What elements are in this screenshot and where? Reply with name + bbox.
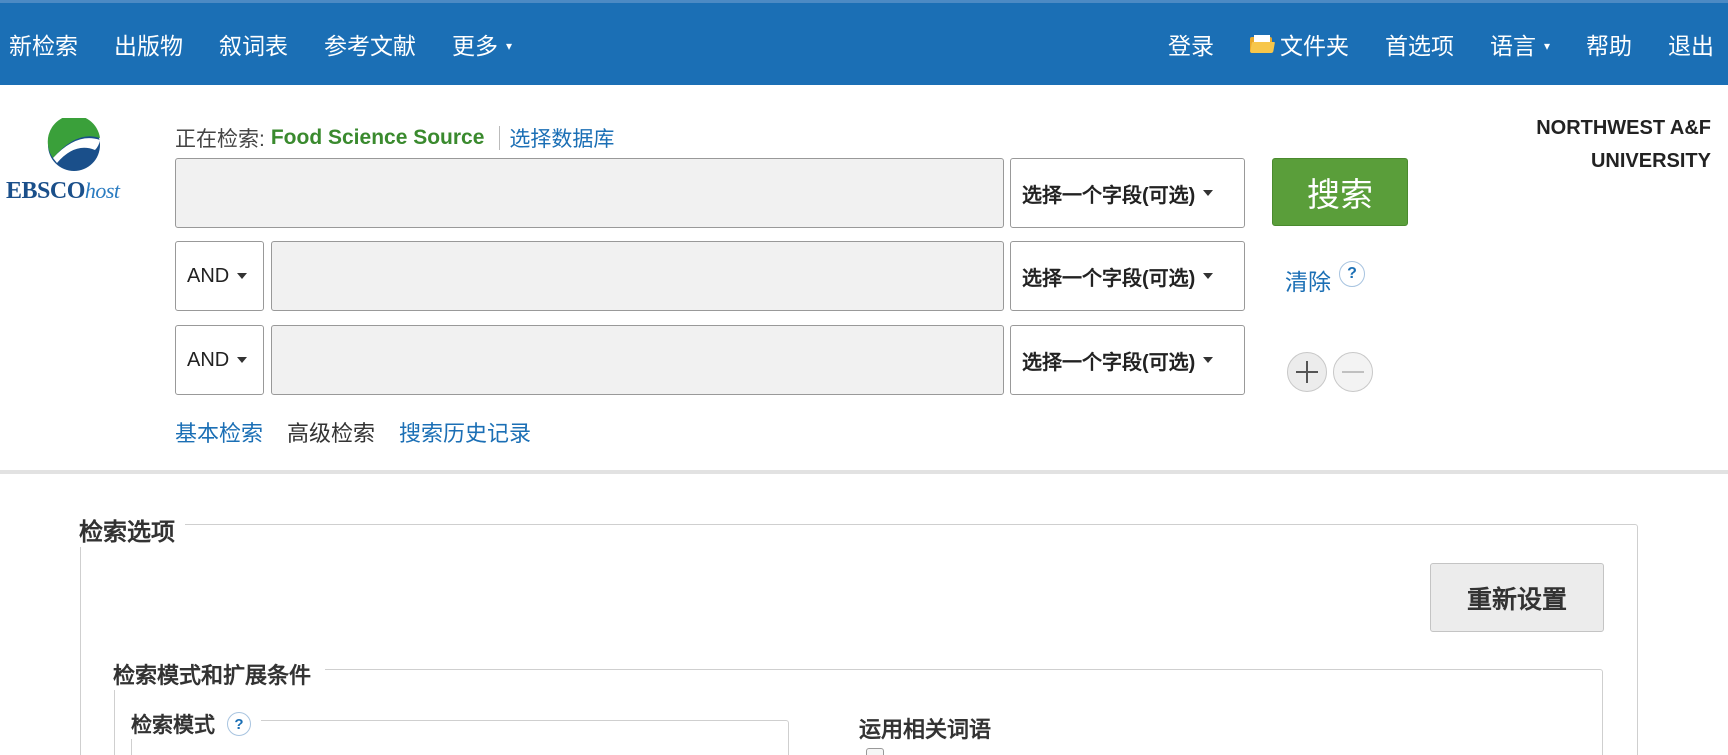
related-terms-label: 运用相关词语 <box>859 717 992 742</box>
field-select-row-2[interactable]: 选择一个字段(可选) <box>1010 241 1245 311</box>
nav-exit-label: 退出 <box>1668 33 1714 59</box>
caret-down-icon <box>1203 190 1214 196</box>
search-input-row-3[interactable] <box>271 325 1004 395</box>
help-icon[interactable]: ? <box>227 712 251 736</box>
boolean-operator-select-2[interactable]: AND <box>175 241 264 311</box>
boolean-operator-label-2: AND <box>187 264 230 287</box>
nav-language-dropdown[interactable]: 语言 ▾ <box>1472 27 1568 61</box>
logo-brand: EBSCO <box>6 178 85 204</box>
caret-down-icon <box>237 357 248 363</box>
nav-more-dropdown[interactable]: 更多 ▾ <box>434 27 530 61</box>
logo-wordmark: EBSCOhost <box>6 178 146 205</box>
separator <box>499 126 501 150</box>
search-history-link[interactable]: 搜索历史记录 <box>399 416 531 448</box>
search-mode-label: 检索模式 <box>131 714 215 737</box>
basic-search-link[interactable]: 基本检索 <box>175 416 263 448</box>
advanced-search-current: 高级检索 <box>287 421 376 446</box>
nav-preferences[interactable]: 首选项 <box>1367 27 1472 61</box>
search-input-row-2[interactable] <box>271 241 1004 311</box>
nav-exit[interactable]: 退出 <box>1650 27 1728 61</box>
search-button-label: 搜索 <box>1307 176 1373 213</box>
search-text-input-2[interactable] <box>272 242 1003 310</box>
plus-icon-vertical <box>1306 361 1308 383</box>
nav-help[interactable]: 帮助 <box>1568 27 1650 61</box>
nav-login[interactable]: 登录 <box>1150 27 1232 61</box>
field-select-row-1[interactable]: 选择一个字段(可选) <box>1010 158 1245 228</box>
field-select-label-1: 选择一个字段(可选) <box>1022 184 1196 207</box>
search-text-input-1[interactable] <box>176 159 1003 227</box>
search-button[interactable]: 搜索 <box>1272 158 1408 226</box>
minus-icon <box>1342 371 1364 373</box>
nav-references-label: 参考文献 <box>324 33 416 59</box>
related-terms-checkbox[interactable] <box>866 748 884 755</box>
reset-button-label: 重新设置 <box>1466 585 1567 614</box>
help-icon[interactable]: ? <box>1339 261 1365 287</box>
nav-folder-label: 文件夹 <box>1279 33 1349 59</box>
folder-icon <box>1249 35 1275 53</box>
choose-database-link[interactable]: 选择数据库 <box>509 123 614 153</box>
boolean-operator-select-3[interactable]: AND <box>175 325 264 395</box>
searching-label: 正在检索: <box>175 128 265 151</box>
field-select-row-3[interactable]: 选择一个字段(可选) <box>1010 325 1245 395</box>
nav-more-label: 更多 <box>452 33 498 59</box>
field-select-label-2: 选择一个字段(可选) <box>1022 267 1196 290</box>
search-mode-legend: 检索模式 ? <box>131 709 261 739</box>
institution-line2: UNIVERSITY <box>1590 150 1711 172</box>
nav-folder[interactable]: 文件夹 <box>1232 27 1367 61</box>
section-divider <box>0 470 1728 474</box>
chevron-down-icon: ▾ <box>506 38 513 53</box>
ebsco-globe-icon <box>47 118 100 171</box>
search-modes-title: 检索模式和扩展条件 <box>113 658 326 690</box>
nav-new-search[interactable]: 新检索 <box>0 27 96 61</box>
nav-publications[interactable]: 出版物 <box>96 27 201 61</box>
remove-row-button[interactable] <box>1333 352 1373 392</box>
nav-new-search-label: 新检索 <box>9 33 78 59</box>
logo-suffix: host <box>84 178 120 203</box>
add-row-button[interactable] <box>1287 352 1327 392</box>
ebscohost-logo[interactable]: EBSCOhost <box>6 118 146 205</box>
nav-publications-label: 出版物 <box>114 33 183 59</box>
nav-thesaurus[interactable]: 叙词表 <box>201 27 306 61</box>
nav-references[interactable]: 参考文献 <box>306 27 434 61</box>
clear-link[interactable]: 清除 <box>1285 263 1331 297</box>
caret-down-icon <box>1203 357 1214 363</box>
search-text-input-3[interactable] <box>272 326 1003 394</box>
nav-thesaurus-label: 叙词表 <box>219 33 288 59</box>
caret-down-icon <box>1203 273 1214 279</box>
boolean-operator-label-3: AND <box>187 348 230 371</box>
nav-left-group: 新检索 出版物 叙词表 参考文献 更多 ▾ <box>0 3 530 85</box>
top-navigation-bar: 新检索 出版物 叙词表 参考文献 更多 ▾ 登录 文件夹 首选项 语言 ▾ 帮助 退… <box>0 0 1728 85</box>
search-input-row-1[interactable] <box>175 158 1004 228</box>
search-mode-links: 基本检索 高级检索 搜索历史记录 <box>175 416 531 448</box>
nav-right-group: 登录 文件夹 首选项 语言 ▾ 帮助 退出 <box>1150 3 1728 85</box>
reset-button[interactable]: 重新设置 <box>1430 563 1604 632</box>
searching-database-line: 正在检索: Food Science Source 选择数据库 <box>175 123 614 153</box>
database-name: Food Science Source <box>270 126 485 149</box>
field-select-label-3: 选择一个字段(可选) <box>1022 351 1196 374</box>
chevron-down-icon: ▾ <box>1543 38 1550 53</box>
nav-help-label: 帮助 <box>1586 33 1632 59</box>
nav-login-label: 登录 <box>1167 33 1214 59</box>
nav-language-label: 语言 <box>1489 33 1536 59</box>
search-options-title: 检索选项 <box>79 512 185 547</box>
caret-down-icon <box>237 273 248 279</box>
institution-name: NORTHWEST A&F UNIVERSITY <box>1536 112 1711 178</box>
nav-preferences-label: 首选项 <box>1384 33 1454 59</box>
institution-line1: NORTHWEST A&F <box>1536 117 1711 139</box>
